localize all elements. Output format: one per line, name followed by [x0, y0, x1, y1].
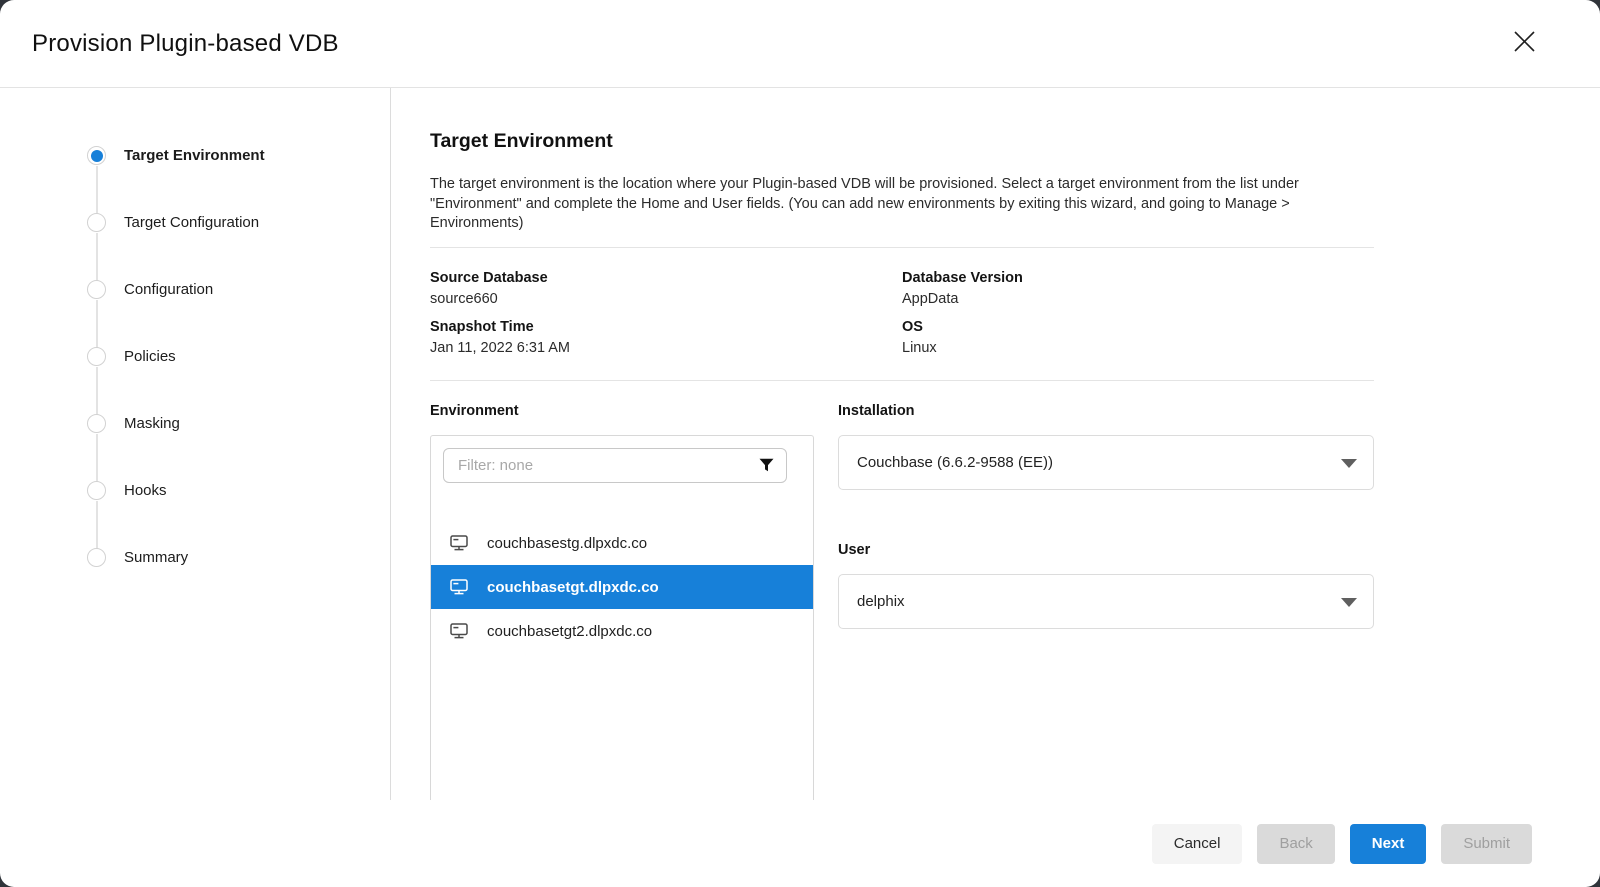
step-circle — [87, 347, 106, 366]
installation-label: Installation — [838, 403, 1374, 419]
info-label: Source Database — [430, 270, 902, 286]
back-button[interactable]: Back — [1257, 824, 1334, 864]
chevron-down-icon — [1341, 459, 1357, 468]
content-heading: Target Environment — [430, 130, 1374, 153]
environment-item-selected[interactable]: couchbasetgt.dlpxdc.co — [431, 565, 813, 609]
provision-vdb-dialog: Provision Plugin-based VDB Target Enviro… — [0, 0, 1600, 887]
content-description: The target environment is the location w… — [430, 175, 1360, 234]
submit-button[interactable]: Submit — [1441, 824, 1532, 864]
step-circle — [87, 481, 106, 500]
close-button[interactable] — [1510, 27, 1538, 55]
step-circle — [87, 414, 106, 433]
step-policies[interactable]: Policies — [0, 323, 390, 390]
host-monitor-icon — [450, 579, 468, 595]
dialog-body: Target Environment Target Configuration … — [0, 88, 1600, 800]
step-target-environment[interactable]: Target Environment — [0, 122, 390, 189]
info-value: Jan 11, 2022 6:31 AM — [430, 340, 902, 356]
step-hooks[interactable]: Hooks — [0, 457, 390, 524]
info-value: Linux — [902, 340, 1374, 356]
dialog-title: Provision Plugin-based VDB — [32, 30, 339, 58]
step-target-configuration[interactable]: Target Configuration — [0, 189, 390, 256]
user-label: User — [838, 542, 1374, 558]
step-label: Policies — [124, 348, 176, 365]
environment-item[interactable]: couchbasetgt2.dlpxdc.co — [431, 609, 813, 653]
host-monitor-icon — [450, 623, 468, 639]
chevron-down-icon — [1341, 598, 1357, 607]
user-selected-value: delphix — [857, 593, 905, 610]
step-configuration[interactable]: Configuration — [0, 256, 390, 323]
environment-item-name: couchbasestg.dlpxdc.co — [487, 535, 647, 552]
wizard-stepper: Target Environment Target Configuration … — [0, 88, 391, 800]
step-circle — [87, 280, 106, 299]
step-circle — [87, 548, 106, 567]
environment-item-name: couchbasetgt2.dlpxdc.co — [487, 623, 652, 640]
step-summary[interactable]: Summary — [0, 524, 390, 591]
dialog-footer: Cancel Back Next Submit — [0, 800, 1600, 887]
step-masking[interactable]: Masking — [0, 390, 390, 457]
step-circle-active — [87, 146, 106, 165]
info-value: AppData — [902, 291, 1374, 307]
info-label: Snapshot Time — [430, 319, 902, 335]
info-value: source660 — [430, 291, 902, 307]
environment-list: couchbasestg.dlpxdc.co — [431, 521, 813, 653]
environment-filter-input[interactable] — [443, 448, 787, 483]
info-os: OS Linux — [902, 307, 1374, 356]
user-select[interactable]: delphix — [838, 574, 1374, 629]
environment-item-name: couchbasetgt.dlpxdc.co — [487, 579, 659, 596]
user-group: User delphix — [838, 542, 1374, 629]
close-icon — [1511, 28, 1538, 55]
info-database-version: Database Version AppData — [902, 258, 1374, 307]
installation-user-column: Installation Couchbase (6.6.2-9588 (EE))… — [838, 403, 1374, 800]
step-circle — [87, 213, 106, 232]
filter-funnel-icon[interactable] — [759, 458, 774, 473]
info-label: Database Version — [902, 270, 1374, 286]
step-label: Hooks — [124, 482, 167, 499]
installation-group: Installation Couchbase (6.6.2-9588 (EE)) — [838, 403, 1374, 490]
installation-selected-value: Couchbase (6.6.2-9588 (EE)) — [857, 454, 1053, 471]
info-label: OS — [902, 319, 1374, 335]
installation-select[interactable]: Couchbase (6.6.2-9588 (EE)) — [838, 435, 1374, 490]
step-label: Target Environment — [124, 147, 265, 164]
selection-columns: Environment — [430, 403, 1374, 800]
step-label: Summary — [124, 549, 188, 566]
step-content: Target Environment The target environmen… — [391, 88, 1600, 800]
environment-list-box: couchbasestg.dlpxdc.co — [430, 435, 814, 800]
step-label: Configuration — [124, 281, 213, 298]
cancel-button[interactable]: Cancel — [1152, 824, 1243, 864]
environment-column: Environment — [430, 403, 814, 800]
step-label: Masking — [124, 415, 180, 432]
dialog-header: Provision Plugin-based VDB — [0, 0, 1600, 88]
step-label: Target Configuration — [124, 214, 259, 231]
info-snapshot-time: Snapshot Time Jan 11, 2022 6:31 AM — [430, 307, 902, 356]
next-button[interactable]: Next — [1350, 824, 1427, 864]
divider — [430, 380, 1374, 381]
host-monitor-icon — [450, 535, 468, 551]
info-source-database: Source Database source660 — [430, 258, 902, 307]
environment-filter — [443, 448, 787, 483]
source-info-grid: Source Database source660 Database Versi… — [430, 248, 1374, 380]
environment-item[interactable]: couchbasestg.dlpxdc.co — [431, 521, 813, 565]
environment-label: Environment — [430, 403, 814, 419]
